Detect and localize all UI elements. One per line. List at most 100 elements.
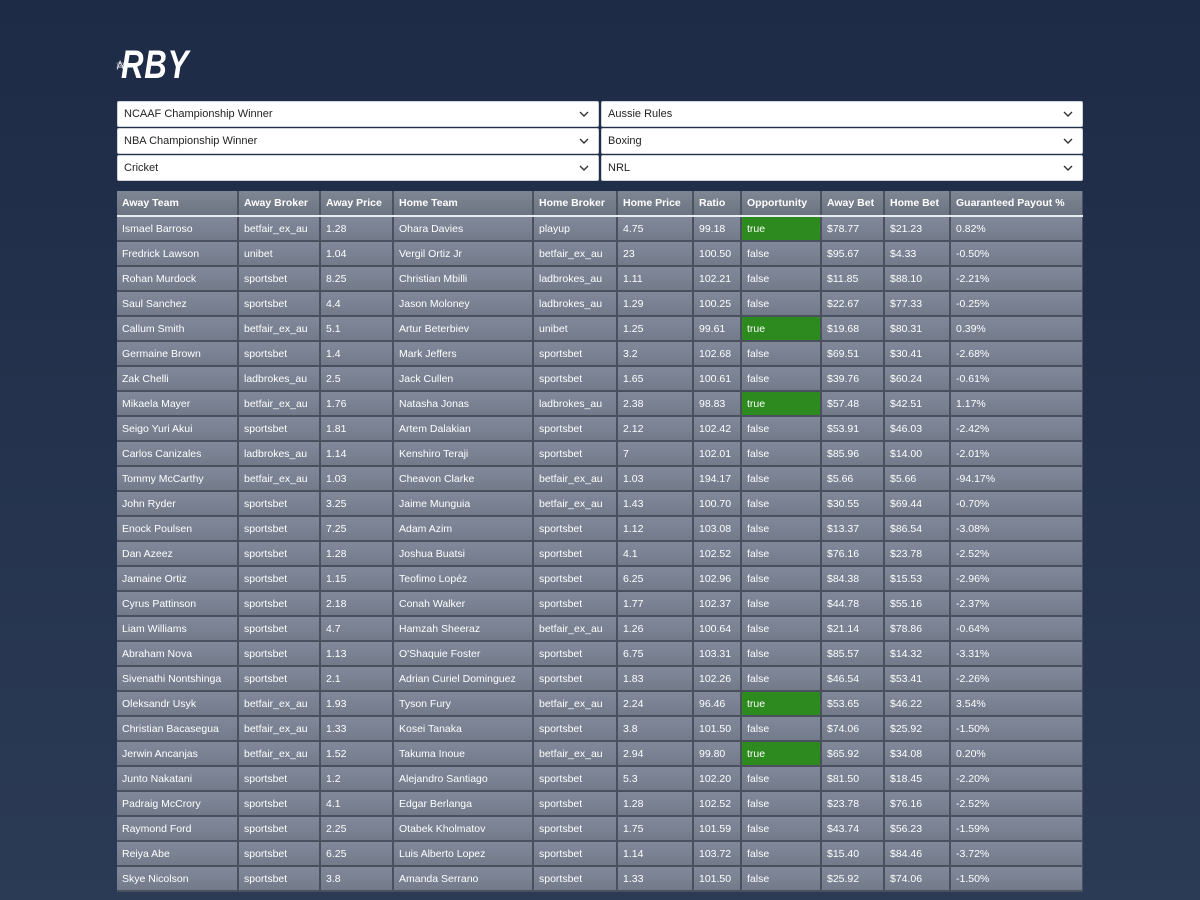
column-header[interactable]: Away Bet bbox=[821, 191, 885, 217]
table-cell: 3.8 bbox=[617, 716, 694, 742]
table-cell: sportsbet bbox=[533, 641, 618, 667]
table-cell: Seigo Yuri Akui bbox=[117, 416, 239, 442]
select-boxing[interactable]: Boxing bbox=[601, 128, 1083, 154]
table-cell: 3.54% bbox=[950, 691, 1083, 717]
column-header[interactable]: Home Bet bbox=[884, 191, 951, 217]
select-value: Boxing bbox=[608, 135, 642, 147]
table-cell: 99.80 bbox=[693, 741, 742, 767]
table-cell: Christian Bacasegua bbox=[117, 716, 239, 742]
table-cell: false bbox=[741, 241, 822, 267]
table-row: Junto Nakatani sportsbet 1.2 Alejandro Sant… bbox=[117, 766, 1083, 792]
table-cell: Liam Williams bbox=[117, 616, 239, 642]
table-cell: false bbox=[741, 641, 822, 667]
table-cell: 100.70 bbox=[693, 491, 742, 517]
table-cell: sportsbet bbox=[533, 516, 618, 542]
table-cell: betfair_ex_au bbox=[238, 466, 321, 492]
table-cell: Jason Moloney bbox=[393, 291, 534, 317]
table-cell: sportsbet bbox=[238, 266, 321, 292]
table-cell: 1.26 bbox=[617, 616, 694, 642]
table-cell: Zak Chelli bbox=[117, 366, 239, 392]
table-cell: $85.57 bbox=[821, 641, 885, 667]
table-cell: $14.32 bbox=[884, 641, 951, 667]
logo[interactable]: RBY bbox=[116, 37, 208, 93]
select-ncaaf-championship-winner[interactable]: NCAAF Championship Winner bbox=[117, 101, 599, 127]
table-cell: -2.42% bbox=[950, 416, 1083, 442]
table-cell: 1.12 bbox=[617, 516, 694, 542]
table-row: Callum Smith betfair_ex_au 5.1 Artur Beterb… bbox=[117, 316, 1083, 342]
table-cell: unibet bbox=[533, 316, 618, 342]
table-cell: false bbox=[741, 441, 822, 467]
table-cell: Abraham Nova bbox=[117, 641, 239, 667]
table-cell: 5.3 bbox=[617, 766, 694, 792]
table-cell: 4.1 bbox=[320, 791, 394, 817]
select-nrl[interactable]: NRL bbox=[601, 155, 1083, 181]
select-cricket[interactable]: Cricket bbox=[117, 155, 599, 181]
table-cell: Enock Poulsen bbox=[117, 516, 239, 542]
table-cell: $80.31 bbox=[884, 316, 951, 342]
table-cell: false bbox=[741, 766, 822, 792]
table-cell: playup bbox=[533, 216, 618, 242]
table-cell: 7.25 bbox=[320, 516, 394, 542]
table-cell: 8.25 bbox=[320, 266, 394, 292]
table-row: Enock Poulsen sportsbet 7.25 Adam Azim sport… bbox=[117, 516, 1083, 542]
table-cell: true bbox=[741, 316, 822, 342]
table-cell: Edgar Berlanga bbox=[393, 791, 534, 817]
table-cell: false bbox=[741, 791, 822, 817]
table-cell: -3.72% bbox=[950, 841, 1083, 867]
logo-text: RBY bbox=[120, 42, 189, 87]
table-cell: sportsbet bbox=[533, 416, 618, 442]
table-cell: Teofimo Lopéz bbox=[393, 566, 534, 592]
table-cell: 102.37 bbox=[693, 591, 742, 617]
table-cell: -0.25% bbox=[950, 291, 1083, 317]
table-cell: $25.92 bbox=[884, 716, 951, 742]
table-row: Raymond Ford sportsbet 2.25 Otabek Kholmato… bbox=[117, 816, 1083, 842]
table-cell: Adrian Curiel Dominguez bbox=[393, 666, 534, 692]
column-header[interactable]: Ratio bbox=[693, 191, 742, 217]
table-cell: Rohan Murdock bbox=[117, 266, 239, 292]
column-header[interactable]: Opportunity bbox=[741, 191, 822, 217]
select-nba-championship-winner[interactable]: NBA Championship Winner bbox=[117, 128, 599, 154]
table-cell: Ohara Davies bbox=[393, 216, 534, 242]
table-cell: sportsbet bbox=[533, 541, 618, 567]
table-row: Oleksandr Usyk betfair_ex_au 1.93 Tyson Fur… bbox=[117, 691, 1083, 717]
table-cell: sportsbet bbox=[238, 566, 321, 592]
table-cell: $56.23 bbox=[884, 816, 951, 842]
column-header[interactable]: Away Broker bbox=[238, 191, 321, 217]
table-cell: Conah Walker bbox=[393, 591, 534, 617]
table-cell: 1.33 bbox=[320, 716, 394, 742]
chevron-down-icon bbox=[1062, 135, 1074, 147]
table-cell: Kosei Tanaka bbox=[393, 716, 534, 742]
table-cell: Cheavon Clarke bbox=[393, 466, 534, 492]
table-cell: 1.14 bbox=[320, 441, 394, 467]
table-cell: $88.10 bbox=[884, 266, 951, 292]
table-cell: 1.03 bbox=[617, 466, 694, 492]
table-row: Tommy McCarthy betfair_ex_au 1.03 Cheavon C… bbox=[117, 466, 1083, 492]
column-header[interactable]: Guaranteed Payout % bbox=[950, 191, 1083, 217]
table-cell: 101.50 bbox=[693, 716, 742, 742]
table-cell: $30.41 bbox=[884, 341, 951, 367]
table-cell: true bbox=[741, 691, 822, 717]
column-header[interactable]: Home Price bbox=[617, 191, 694, 217]
chevron-down-icon bbox=[578, 135, 590, 147]
column-header[interactable]: Away Team bbox=[117, 191, 239, 217]
table-cell: $18.45 bbox=[884, 766, 951, 792]
table-cell: Adam Azim bbox=[393, 516, 534, 542]
table-cell: 23 bbox=[617, 241, 694, 267]
table-cell: sportsbet bbox=[238, 416, 321, 442]
table-cell: 100.61 bbox=[693, 366, 742, 392]
column-header[interactable]: Away Price bbox=[320, 191, 394, 217]
table-cell: -3.31% bbox=[950, 641, 1083, 667]
table-cell: 2.38 bbox=[617, 391, 694, 417]
table-cell: sportsbet bbox=[533, 841, 618, 867]
table-cell: 1.33 bbox=[617, 866, 694, 892]
table-cell: $65.92 bbox=[821, 741, 885, 767]
table-row: Ismael Barroso betfair_ex_au 1.28 Ohara Dav… bbox=[117, 216, 1083, 242]
table-cell: Ismael Barroso bbox=[117, 216, 239, 242]
table-cell: 103.08 bbox=[693, 516, 742, 542]
table-cell: 0.82% bbox=[950, 216, 1083, 242]
table-cell: 2.5 bbox=[320, 366, 394, 392]
table-cell: sportsbet bbox=[533, 791, 618, 817]
column-header[interactable]: Home Team bbox=[393, 191, 534, 217]
select-aussie-rules[interactable]: Aussie Rules bbox=[601, 101, 1083, 127]
column-header[interactable]: Home Broker bbox=[533, 191, 618, 217]
